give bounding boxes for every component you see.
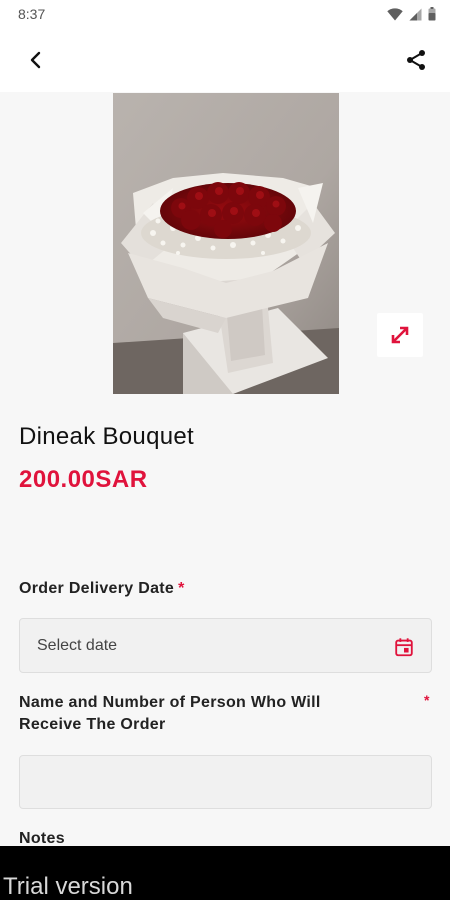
status-icons (387, 7, 436, 21)
expand-image-button[interactable] (377, 313, 423, 357)
calendar-icon[interactable] (393, 636, 415, 658)
product-image[interactable] (113, 93, 339, 394)
product-price: 200.00SAR (19, 466, 148, 493)
required-mark: * (178, 580, 185, 597)
delivery-date-label: Order Delivery Date * (19, 578, 185, 600)
delivery-date-label-text: Order Delivery Date (19, 580, 175, 597)
delivery-date-placeholder: Select date (37, 636, 118, 654)
status-bar: 8:37 (0, 0, 450, 28)
status-time: 8:37 (18, 6, 46, 22)
battery-icon (428, 7, 436, 21)
app-bar (0, 28, 450, 92)
recipient-required-mark: * (424, 692, 430, 708)
product-name: Dineak Bouquet (19, 423, 194, 450)
wifi-icon (387, 7, 403, 21)
recipient-label: Name and Number of Person Who Will Recei… (19, 694, 321, 733)
bouquet-illustration (113, 93, 339, 394)
recipient-input[interactable] (19, 755, 432, 809)
trial-watermark-bar: Trial version (0, 846, 450, 900)
trial-watermark-text: Trial version (3, 873, 133, 900)
expand-icon (391, 326, 409, 344)
share-icon (407, 50, 425, 70)
back-button[interactable] (18, 42, 54, 78)
back-arrow-icon (30, 51, 41, 69)
share-button[interactable] (398, 42, 434, 78)
delivery-date-input[interactable]: Select date (19, 618, 432, 673)
signal-icon (409, 8, 422, 20)
